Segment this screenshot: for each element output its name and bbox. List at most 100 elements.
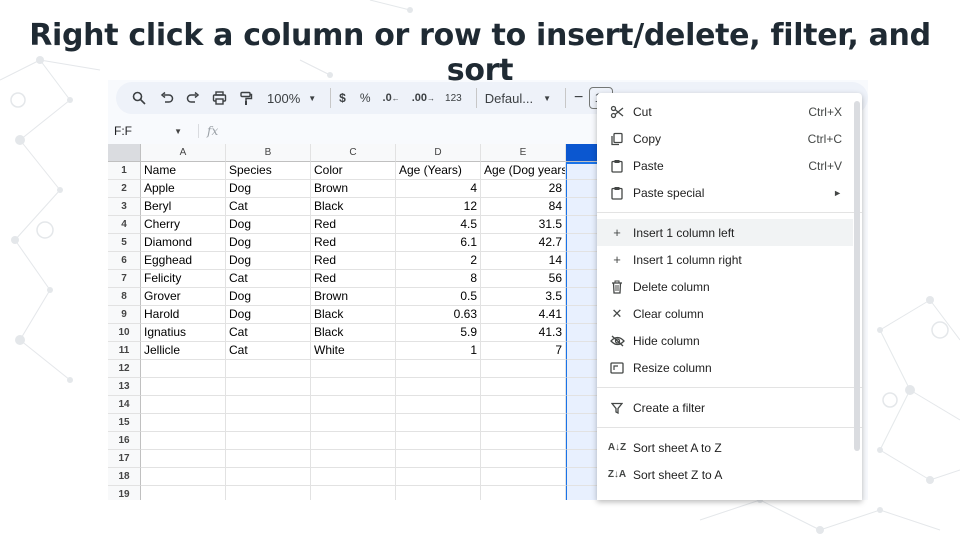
grid-cell[interactable] bbox=[396, 396, 481, 414]
menu-item-paste-special[interactable]: Paste special ► bbox=[597, 179, 862, 206]
grid-cell[interactable] bbox=[226, 450, 311, 468]
grid-cell[interactable]: Jellicle bbox=[141, 342, 226, 360]
grid-cell[interactable]: Cat bbox=[226, 342, 311, 360]
grid-cell[interactable]: 2 bbox=[396, 252, 481, 270]
menu-item-create-filter[interactable]: Create a filter bbox=[597, 394, 862, 421]
menu-item-delete-column[interactable]: Delete column bbox=[597, 273, 862, 300]
grid-cell[interactable]: 31.5 bbox=[481, 216, 566, 234]
row-header[interactable]: 4 bbox=[108, 216, 141, 234]
grid-cell[interactable] bbox=[226, 396, 311, 414]
grid-cell[interactable] bbox=[311, 432, 396, 450]
grid-cell[interactable]: 5.9 bbox=[396, 324, 481, 342]
paint-format-icon[interactable] bbox=[239, 86, 253, 110]
grid-cell[interactable]: Ignatius bbox=[141, 324, 226, 342]
grid-cell[interactable]: Dog bbox=[226, 288, 311, 306]
row-header[interactable]: 19 bbox=[108, 486, 141, 500]
row-header[interactable]: 14 bbox=[108, 396, 141, 414]
grid-cell[interactable]: 0.5 bbox=[396, 288, 481, 306]
grid-cell[interactable] bbox=[311, 468, 396, 486]
decrease-decimal-button[interactable]: .0 ← bbox=[383, 86, 400, 110]
grid-cell[interactable]: Beryl bbox=[141, 198, 226, 216]
grid-cell[interactable]: 3.5 bbox=[481, 288, 566, 306]
grid-cell[interactable]: Cat bbox=[226, 270, 311, 288]
percent-format-button[interactable]: % bbox=[360, 86, 371, 110]
grid-cell[interactable]: 7 bbox=[481, 342, 566, 360]
menu-item-clear-column[interactable]: ✕ Clear column bbox=[597, 300, 862, 327]
decrease-font-size-button[interactable]: − bbox=[574, 86, 583, 110]
menu-item-hide-column[interactable]: Hide column bbox=[597, 327, 862, 354]
grid-cell[interactable]: 4.41 bbox=[481, 306, 566, 324]
grid-cell[interactable] bbox=[226, 360, 311, 378]
row-header[interactable]: 2 bbox=[108, 180, 141, 198]
grid-cell[interactable] bbox=[311, 396, 396, 414]
grid-cell[interactable] bbox=[481, 396, 566, 414]
menu-item-copy[interactable]: Copy Ctrl+C bbox=[597, 125, 862, 152]
grid-cell[interactable]: 6.1 bbox=[396, 234, 481, 252]
grid-cell[interactable]: 41.3 bbox=[481, 324, 566, 342]
grid-cell[interactable] bbox=[141, 450, 226, 468]
grid-cell[interactable]: Apple bbox=[141, 180, 226, 198]
grid-cell[interactable]: 12 bbox=[396, 198, 481, 216]
grid-cell[interactable]: Red bbox=[311, 234, 396, 252]
grid-cell[interactable]: Cat bbox=[226, 198, 311, 216]
grid-cell[interactable]: Brown bbox=[311, 288, 396, 306]
row-header[interactable]: 12 bbox=[108, 360, 141, 378]
column-header-a[interactable]: A bbox=[141, 144, 226, 162]
grid-cell[interactable] bbox=[141, 360, 226, 378]
grid-cell[interactable] bbox=[141, 396, 226, 414]
grid-cell[interactable]: Cat bbox=[226, 324, 311, 342]
grid-cell[interactable] bbox=[226, 414, 311, 432]
column-header-d[interactable]: D bbox=[396, 144, 481, 162]
menu-item-insert-column-left[interactable]: + Insert 1 column left bbox=[597, 219, 853, 246]
row-header[interactable]: 10 bbox=[108, 324, 141, 342]
grid-cell[interactable]: 28 bbox=[481, 180, 566, 198]
grid-cell[interactable] bbox=[226, 378, 311, 396]
grid-cell[interactable] bbox=[226, 486, 311, 500]
grid-cell[interactable]: Black bbox=[311, 324, 396, 342]
grid-cell[interactable]: Color bbox=[311, 162, 396, 180]
grid-cell[interactable] bbox=[481, 414, 566, 432]
grid-cell[interactable]: 4.5 bbox=[396, 216, 481, 234]
grid-cell[interactable] bbox=[396, 378, 481, 396]
menu-item-resize-column[interactable]: Resize column bbox=[597, 354, 862, 381]
row-header[interactable]: 9 bbox=[108, 306, 141, 324]
column-header-e[interactable]: E bbox=[481, 144, 566, 162]
grid-cell[interactable] bbox=[481, 378, 566, 396]
grid-cell[interactable]: Species bbox=[226, 162, 311, 180]
row-header[interactable]: 5 bbox=[108, 234, 141, 252]
grid-cell[interactable] bbox=[311, 486, 396, 500]
grid-cell[interactable] bbox=[396, 432, 481, 450]
grid-cell[interactable] bbox=[226, 468, 311, 486]
grid-cell[interactable]: Dog bbox=[226, 252, 311, 270]
grid-cell[interactable]: Felicity bbox=[141, 270, 226, 288]
currency-format-button[interactable]: $ bbox=[339, 86, 346, 110]
number-format-button[interactable]: 123 bbox=[445, 86, 462, 110]
row-header[interactable]: 18 bbox=[108, 468, 141, 486]
row-header[interactable]: 6 bbox=[108, 252, 141, 270]
print-icon[interactable] bbox=[212, 86, 227, 110]
row-header[interactable]: 8 bbox=[108, 288, 141, 306]
grid-cell[interactable]: Red bbox=[311, 252, 396, 270]
grid-cell[interactable] bbox=[396, 360, 481, 378]
font-select[interactable]: Defaul... ▼ bbox=[485, 86, 551, 110]
grid-cell[interactable] bbox=[311, 378, 396, 396]
grid-cell[interactable]: Grover bbox=[141, 288, 226, 306]
grid-cell[interactable] bbox=[311, 414, 396, 432]
grid-cell[interactable]: Egghead bbox=[141, 252, 226, 270]
grid-cell[interactable] bbox=[481, 486, 566, 500]
grid-cell[interactable]: 1 bbox=[396, 342, 481, 360]
grid-cell[interactable]: Name bbox=[141, 162, 226, 180]
grid-cell[interactable]: 0.63 bbox=[396, 306, 481, 324]
row-header[interactable]: 3 bbox=[108, 198, 141, 216]
grid-cell[interactable]: Dog bbox=[226, 234, 311, 252]
grid-cell[interactable] bbox=[311, 450, 396, 468]
grid-cell[interactable] bbox=[311, 360, 396, 378]
grid-cell[interactable]: Dog bbox=[226, 180, 311, 198]
grid-cell[interactable] bbox=[396, 450, 481, 468]
grid-cell[interactable] bbox=[396, 468, 481, 486]
grid-cell[interactable]: Cherry bbox=[141, 216, 226, 234]
grid-cell[interactable]: Harold bbox=[141, 306, 226, 324]
increase-decimal-button[interactable]: .00 → bbox=[412, 86, 435, 110]
menu-item-cut[interactable]: Cut Ctrl+X bbox=[597, 98, 862, 125]
grid-cell[interactable] bbox=[481, 468, 566, 486]
